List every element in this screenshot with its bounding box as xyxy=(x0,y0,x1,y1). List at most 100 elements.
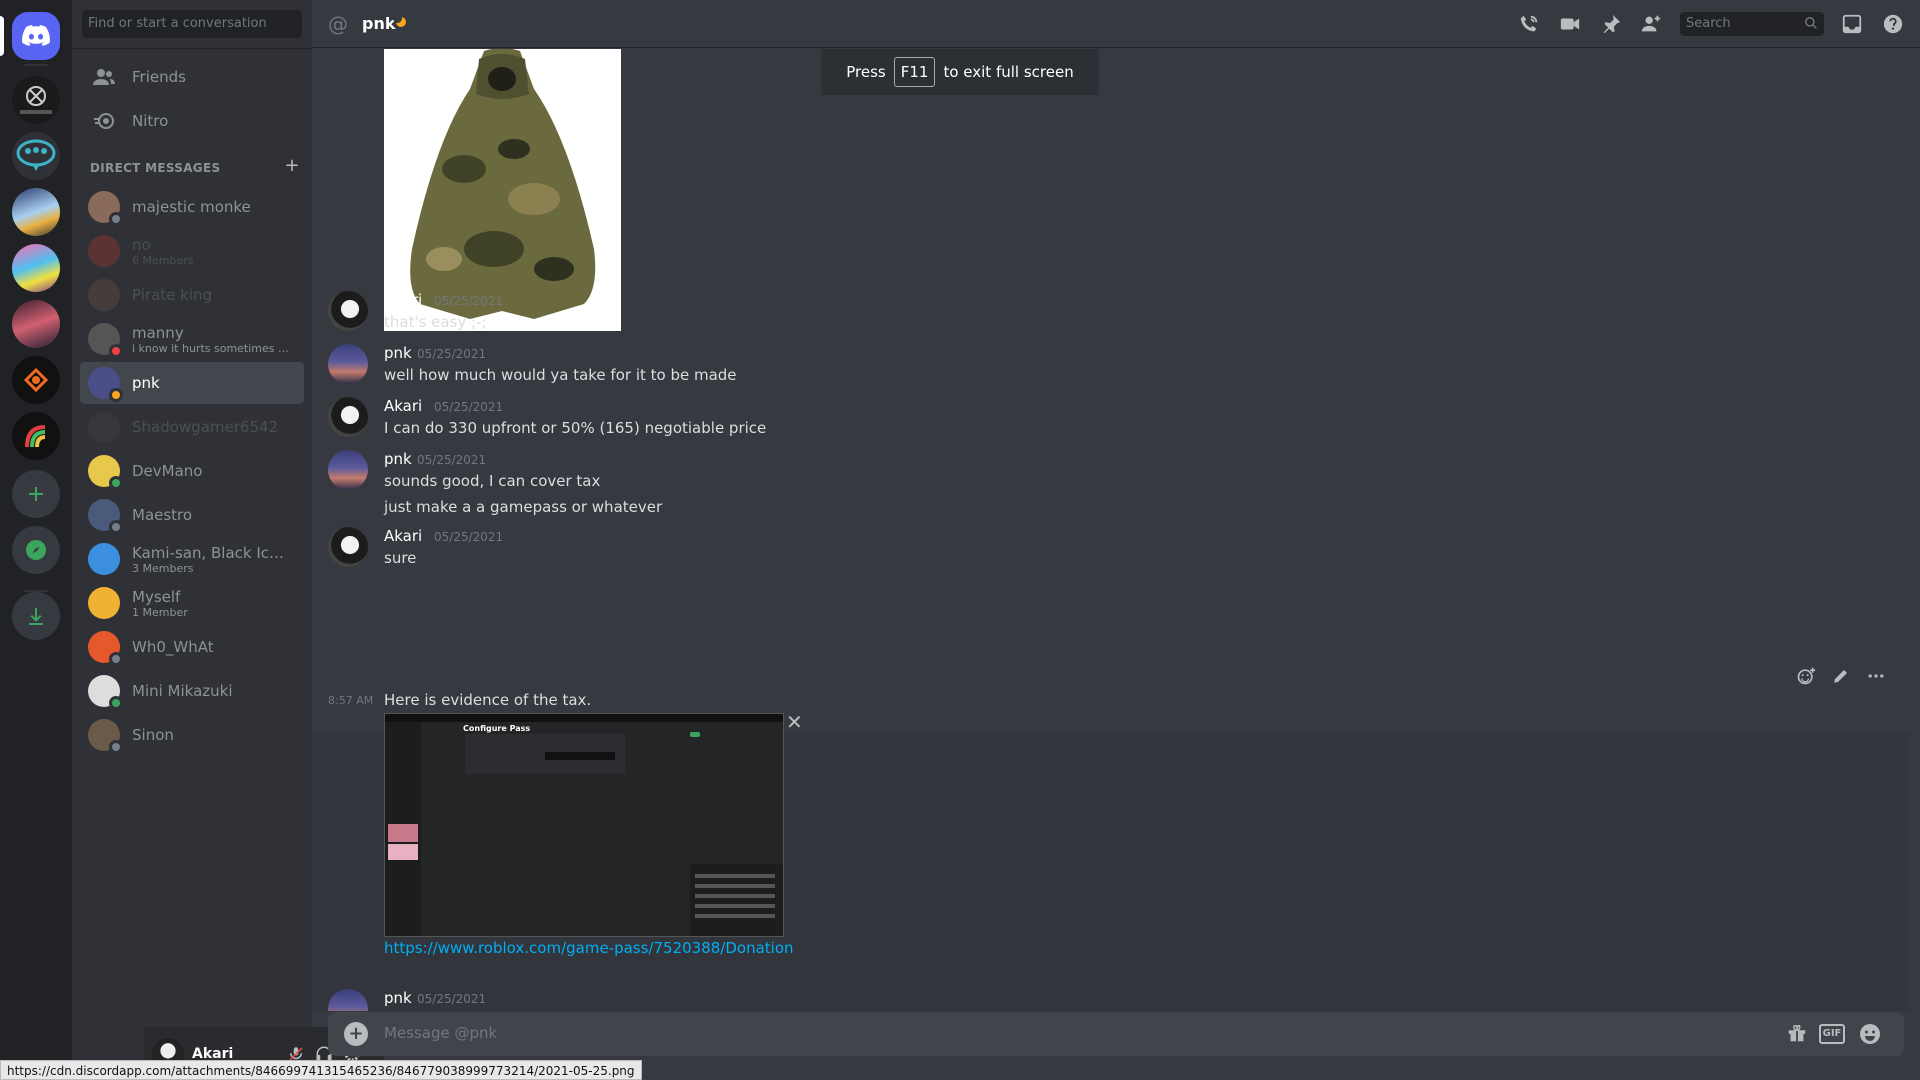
message-input[interactable]: Message @pnk xyxy=(384,1024,497,1042)
server-group[interactable] xyxy=(12,132,60,180)
message-timestamp: 05/25/2021 xyxy=(417,347,487,361)
inbox-icon[interactable] xyxy=(1841,13,1863,35)
dm-name: DevMano xyxy=(132,462,203,480)
search-input[interactable]: Search xyxy=(1680,12,1824,36)
fullscreen-notice: Press F11 to exit full screen xyxy=(821,49,1099,95)
nitro-icon xyxy=(94,113,114,129)
emoji-picker-icon[interactable] xyxy=(1858,1022,1882,1046)
dm-text: DevMano xyxy=(132,462,292,480)
start-voice-call-icon[interactable] xyxy=(1518,13,1540,35)
avatar[interactable] xyxy=(328,450,368,490)
message-text: just make a a gamepass or whatever xyxy=(384,498,663,516)
add-server-button[interactable] xyxy=(12,470,60,518)
dm-item[interactable]: Maestro xyxy=(80,494,304,536)
message-timestamp: 05/25/2021 xyxy=(417,453,487,467)
status-indicator-icon xyxy=(109,740,123,754)
gif-picker-button[interactable]: GIF xyxy=(1819,1024,1845,1044)
dm-item[interactable]: Sinon xyxy=(80,714,304,756)
create-dm-plus-icon[interactable]: + xyxy=(284,157,300,175)
avatar xyxy=(88,367,123,402)
dm-name: Myself xyxy=(132,587,181,606)
status-indicator-icon xyxy=(109,520,123,534)
message-author[interactable]: Akari xyxy=(384,527,422,545)
avatar xyxy=(88,675,123,710)
server-rainbow[interactable] xyxy=(12,412,60,460)
dm-text: pnk xyxy=(132,374,292,392)
start-video-call-icon[interactable] xyxy=(1559,13,1581,35)
message-actions-toolbar xyxy=(1788,664,1894,692)
dm-item[interactable]: majestic monke xyxy=(80,186,304,228)
image-attachment-poncho[interactable] xyxy=(384,49,621,331)
gift-icon[interactable] xyxy=(1786,1022,1810,1046)
server-vintage-development[interactable] xyxy=(12,76,60,124)
dm-item[interactable]: DevMano xyxy=(80,450,304,492)
friends-icon xyxy=(93,69,115,85)
find-conversation-input[interactable]: Find or start a conversation xyxy=(82,10,302,38)
avatar[interactable] xyxy=(328,291,368,331)
edit-pencil-icon[interactable] xyxy=(1832,667,1850,689)
server-rail xyxy=(0,0,72,1080)
dm-item[interactable]: manny i know it hurts sometimes bu... xyxy=(80,318,304,360)
message-author[interactable]: pnk xyxy=(384,344,412,362)
server-orange[interactable] xyxy=(12,356,60,404)
dm-item[interactable]: Kami-san, Black Ichigo 3 Members xyxy=(80,538,304,580)
explore-servers-button[interactable] xyxy=(12,526,60,574)
add-reaction-icon[interactable] xyxy=(1796,666,1816,690)
dm-item[interactable]: Myself 1 Member xyxy=(80,582,304,624)
download-apps-button[interactable] xyxy=(12,592,60,640)
avatar xyxy=(88,587,120,619)
message-text: sounds good, I can cover tax xyxy=(384,472,601,490)
server-anime-2[interactable] xyxy=(12,244,60,292)
message-author[interactable]: Akari xyxy=(384,397,422,415)
avatar[interactable] xyxy=(328,397,368,437)
dm-text: Mini Mikazuki xyxy=(132,682,292,700)
dm-text: Sinon xyxy=(132,726,292,744)
dm-item[interactable]: pnk xyxy=(80,362,304,404)
message-author[interactable]: pnk xyxy=(384,450,412,468)
message-author[interactable]: Akari xyxy=(384,291,422,309)
search-icon xyxy=(1805,17,1817,29)
nav-nitro[interactable]: Nitro xyxy=(80,100,304,142)
home-button[interactable] xyxy=(12,12,60,60)
discord-logo-icon xyxy=(22,25,50,46)
add-friends-to-dm-icon[interactable] xyxy=(1640,13,1662,35)
orange-server-icon xyxy=(23,367,49,393)
dm-name: Mini Mikazuki xyxy=(132,682,233,700)
avatar xyxy=(88,235,120,267)
dm-item[interactable]: no 6 Members xyxy=(80,230,304,272)
server-anime-1[interactable] xyxy=(12,188,60,236)
dm-item[interactable]: Mini Mikazuki xyxy=(80,670,304,712)
dm-text: Myself 1 Member xyxy=(132,588,292,619)
dm-name: Maestro xyxy=(132,506,193,524)
server-anime-3[interactable] xyxy=(12,300,60,348)
message-hover-time: 8:57 AM xyxy=(328,694,374,707)
avatar xyxy=(88,719,123,754)
nav-friends[interactable]: Friends xyxy=(80,56,304,98)
remove-embed-close-icon[interactable]: ✕ xyxy=(786,710,803,734)
upload-plus-icon[interactable]: + xyxy=(344,1022,368,1046)
pinned-messages-icon[interactable] xyxy=(1600,13,1622,35)
message-composer[interactable]: + Message @pnk GIF xyxy=(328,1012,1904,1056)
help-icon[interactable] xyxy=(1882,13,1904,35)
avatar xyxy=(88,455,123,490)
selected-indicator xyxy=(0,16,4,56)
dm-name: Wh0_WhAt xyxy=(132,638,214,656)
avatar[interactable] xyxy=(328,527,368,567)
dm-name: Kami-san, Black Ichigo xyxy=(132,543,292,562)
avatar[interactable] xyxy=(328,344,368,384)
dm-name: majestic monke xyxy=(132,198,251,216)
nav-nitro-label: Nitro xyxy=(132,112,169,130)
status-indicator-icon xyxy=(109,652,123,666)
status-indicator-icon xyxy=(109,388,123,402)
more-options-icon[interactable] xyxy=(1866,666,1886,690)
message-author[interactable]: pnk xyxy=(384,989,412,1007)
avatar xyxy=(88,279,120,311)
dm-subtitle: i know it hurts sometimes bu... xyxy=(132,341,292,355)
dm-item[interactable]: Pirate king xyxy=(80,274,304,316)
dm-item[interactable]: Shadowgamer6542 xyxy=(80,406,304,448)
status-indicator-icon xyxy=(109,344,123,358)
dm-item[interactable]: Wh0_WhAt xyxy=(80,626,304,668)
dm-name: pnk xyxy=(132,374,160,392)
image-attachment-screenshot[interactable]: Configure Pass xyxy=(384,713,784,937)
roblox-gamepass-link[interactable]: https://www.roblox.com/game-pass/7520388… xyxy=(384,939,794,957)
